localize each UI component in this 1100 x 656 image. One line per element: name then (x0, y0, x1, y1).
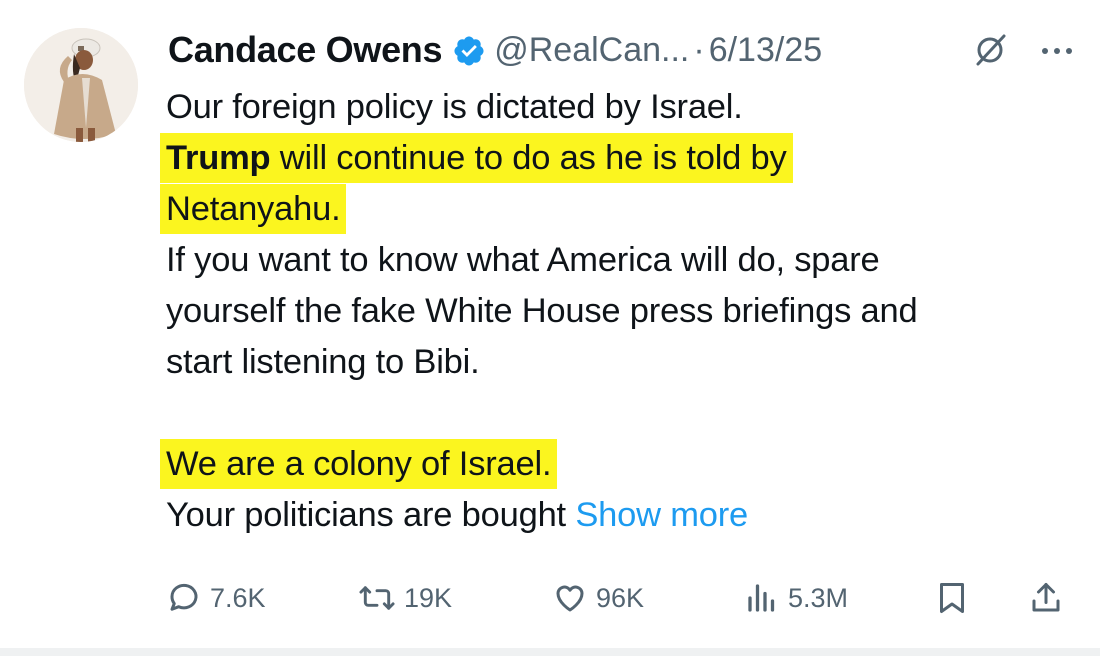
text-line-6: start listening to Bibi. (166, 343, 480, 381)
show-more-link[interactable]: Show more (575, 496, 748, 534)
separator-dot: · (693, 30, 705, 69)
text-bold-trump: Trump (166, 139, 271, 177)
highlight-netanyahu: Netanyahu. (166, 184, 341, 234)
text-line-8: We are a colony of Israel. (166, 439, 1086, 490)
text-line-4: If you want to know what America will do… (166, 241, 880, 279)
author-handle[interactable]: @RealCan... (494, 31, 689, 70)
grok-icon[interactable] (970, 30, 1010, 70)
text-line-9: Your politicians are bought Show more (166, 490, 1086, 541)
text-line-5: yourself the fake White House press brie… (166, 292, 918, 330)
tweet-date[interactable]: 6/13/25 (709, 31, 822, 70)
like-count: 96K (596, 582, 645, 613)
repost-count: 19K (404, 582, 453, 613)
tweet-text: Our foreign policy is dictated by Israel… (166, 82, 1086, 541)
views-count: 5.3M (788, 582, 849, 613)
heart-icon (556, 585, 584, 612)
highlight-colony: We are a colony of Israel. (166, 439, 552, 489)
avatar[interactable] (24, 28, 138, 142)
bookmark-icon (940, 583, 964, 613)
share-button[interactable] (1028, 574, 1064, 622)
repost-icon (359, 586, 395, 610)
verified-badge-icon (452, 34, 486, 68)
text-line-3: Netanyahu. (166, 184, 1086, 235)
reply-button[interactable]: 7.6K (166, 574, 266, 622)
text-line-9-content: Your politicians are bought (166, 496, 566, 534)
action-bar: 7.6K 19K 96K 5.3M (166, 574, 1076, 622)
views-icon (748, 584, 775, 612)
reply-count: 7.6K (210, 582, 266, 613)
text-line-2: Trump will continue to do as he is told … (166, 133, 1086, 184)
author-name[interactable]: Candace Owens (168, 29, 443, 71)
more-options-icon[interactable] (1040, 32, 1074, 62)
divider (0, 648, 1100, 656)
profile-photo-icon (24, 28, 138, 142)
views-button[interactable]: 5.3M (744, 574, 848, 622)
repost-button[interactable]: 19K (358, 574, 452, 622)
tweet[interactable]: Candace Owens @RealCan... · 6/13/25 Our … (0, 0, 1100, 656)
share-icon (1032, 583, 1060, 612)
text-line-1: Our foreign policy is dictated by Israel… (166, 88, 743, 126)
text-line-2-rest: will continue to do as he is told by (270, 139, 787, 177)
like-button[interactable]: 96K (552, 574, 644, 622)
tweet-header: Candace Owens @RealCan... · 6/13/25 (168, 26, 1080, 74)
bookmark-button[interactable] (934, 574, 970, 622)
reply-icon (170, 583, 198, 611)
